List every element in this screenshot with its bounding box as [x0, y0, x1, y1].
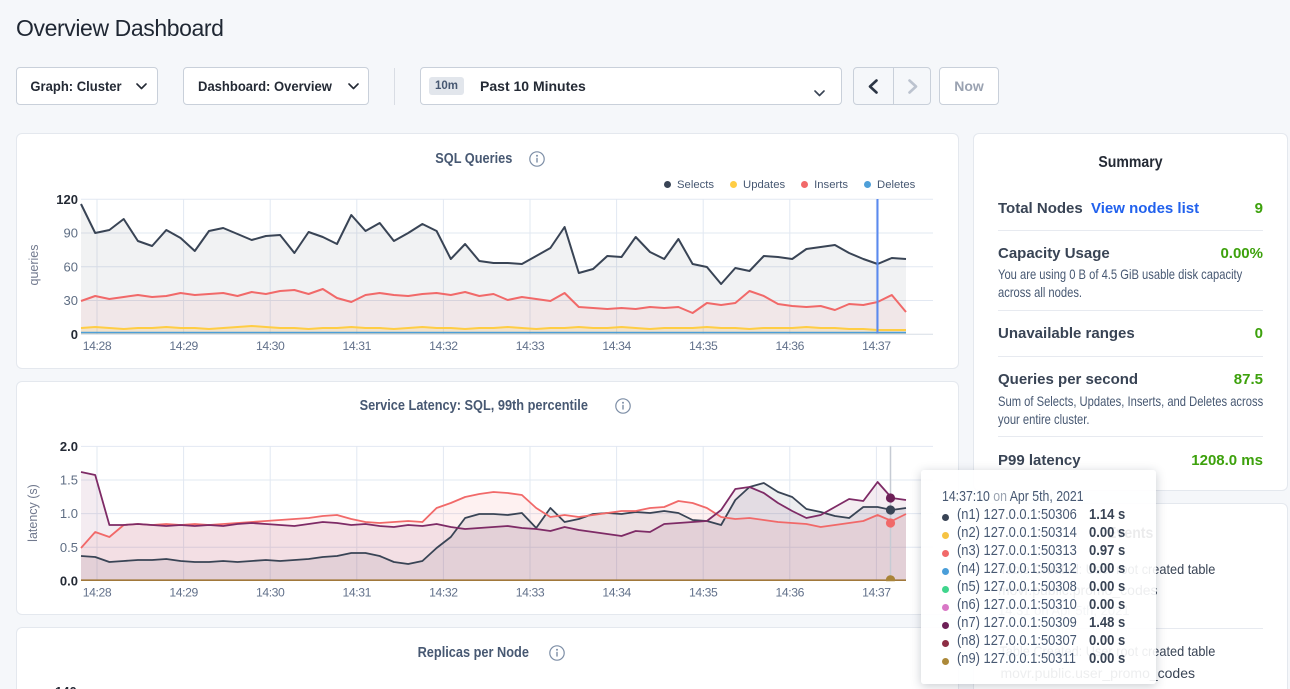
- svg-text:1.0: 1.0: [60, 506, 78, 521]
- svg-text:14:34: 14:34: [602, 586, 631, 600]
- svg-text:14:37: 14:37: [862, 586, 891, 600]
- svg-text:14:29: 14:29: [169, 586, 198, 600]
- svg-text:120: 120: [56, 192, 78, 207]
- svg-text:latency (s): latency (s): [26, 484, 40, 542]
- svg-text:14:30: 14:30: [256, 339, 285, 353]
- svg-text:14:36: 14:36: [776, 586, 805, 600]
- svg-text:0.5: 0.5: [60, 540, 78, 555]
- svg-text:14:30: 14:30: [256, 586, 285, 600]
- svg-text:queries: queries: [27, 245, 41, 286]
- svg-text:14:34: 14:34: [602, 339, 631, 353]
- svg-text:14:28: 14:28: [83, 339, 112, 353]
- svg-text:14:31: 14:31: [343, 586, 372, 600]
- svg-text:14:33: 14:33: [516, 586, 545, 600]
- svg-text:14:35: 14:35: [689, 586, 718, 600]
- svg-text:14:32: 14:32: [429, 586, 458, 600]
- svg-text:0.0: 0.0: [60, 573, 78, 588]
- svg-text:14:35: 14:35: [689, 339, 718, 353]
- svg-text:1.5: 1.5: [60, 473, 78, 488]
- svg-text:90: 90: [64, 226, 78, 241]
- svg-text:14:29: 14:29: [169, 339, 198, 353]
- svg-text:0: 0: [71, 327, 78, 342]
- svg-text:30: 30: [64, 293, 78, 308]
- svg-text:14:33: 14:33: [516, 339, 545, 353]
- svg-text:14:36: 14:36: [776, 339, 805, 353]
- svg-text:2.0: 2.0: [60, 439, 78, 454]
- svg-text:60: 60: [64, 259, 78, 274]
- svg-text:14:28: 14:28: [83, 586, 112, 600]
- svg-text:14:31: 14:31: [343, 339, 372, 353]
- svg-text:14:32: 14:32: [429, 339, 458, 353]
- svg-text:14:37: 14:37: [862, 339, 891, 353]
